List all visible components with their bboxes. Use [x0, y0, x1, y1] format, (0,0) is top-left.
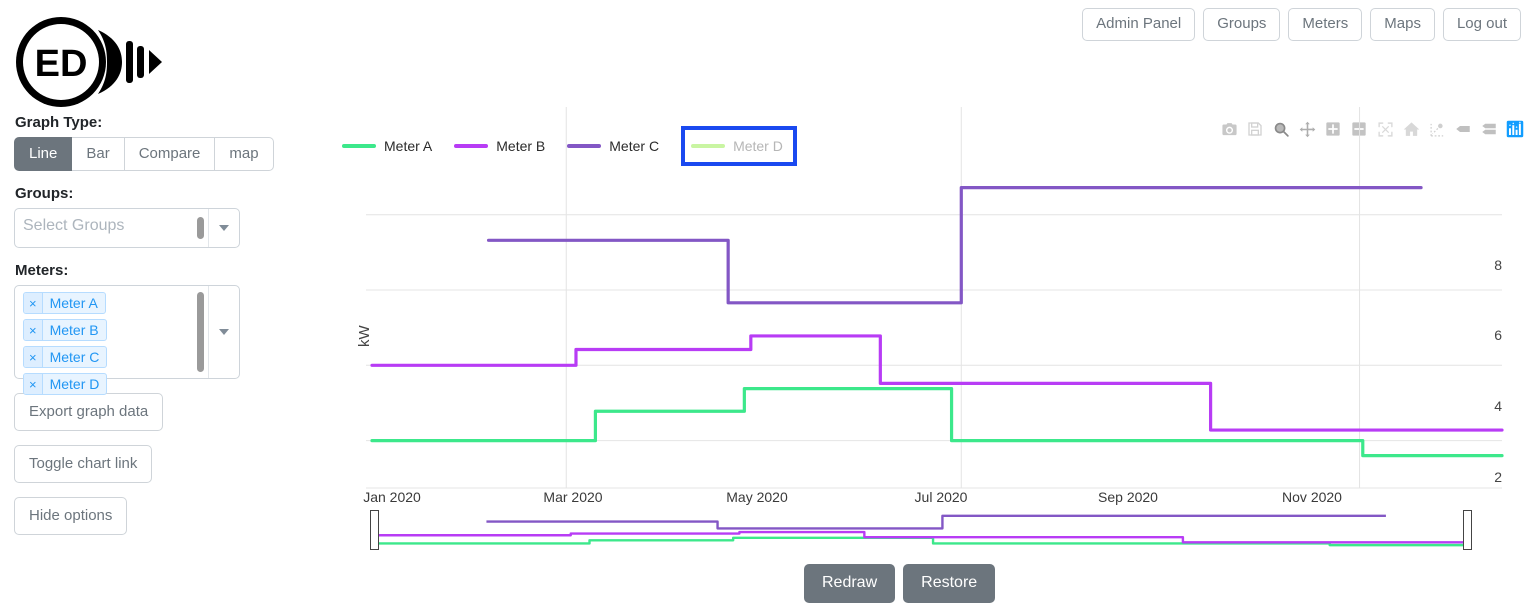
x-tick-label: Jul 2020	[914, 489, 968, 505]
groups-scrollbar[interactable]	[192, 209, 208, 247]
hover-closest-icon[interactable]	[1452, 118, 1474, 140]
legend-label: Meter D	[733, 138, 783, 154]
zoom-box-icon[interactable]	[1270, 118, 1292, 140]
plot-lines	[366, 107, 1504, 489]
plot-canvas[interactable]: kW 8 6 4 2 Jan 2020 Mar 2020 May 2020 Ju…	[342, 107, 1504, 505]
groups-scrollbar-thumb[interactable]	[196, 217, 204, 239]
x-tick-label: Sep 2020	[1098, 489, 1158, 505]
svg-text:ED: ED	[35, 43, 88, 85]
energy-dashboard-page: ED Admin Panel Groups Meters Maps Log ou…	[0, 0, 1535, 610]
range-slider[interactable]	[342, 510, 1502, 555]
toggle-chart-link-button[interactable]: Toggle chart link	[14, 445, 153, 483]
meters-select[interactable]: × Meter A × Meter B × Meter C × Meter D	[14, 285, 240, 395]
legend-item-meter-c[interactable]: Meter C	[567, 138, 659, 154]
meter-chip-a[interactable]: × Meter A	[23, 292, 106, 314]
meter-chip-label: Meter D	[49, 376, 100, 392]
line-chart: Meter A Meter B Meter C Meter D kW 8 6 4…	[280, 107, 1530, 560]
x-tick-label: Jan 2020	[363, 489, 421, 505]
legend-swatch-icon	[691, 144, 726, 148]
groups-select[interactable]: Select Groups	[14, 208, 240, 248]
nav-log-out[interactable]: Log out	[1442, 8, 1521, 41]
meter-chip-c[interactable]: × Meter C	[23, 346, 108, 368]
plotly-modebar	[1218, 118, 1526, 140]
meters-scrollbar-thumb[interactable]	[196, 292, 204, 372]
legend-label: Meter A	[384, 138, 433, 154]
groups-label: Groups:	[15, 185, 74, 202]
nav-maps[interactable]: Maps	[1370, 8, 1435, 41]
x-tick-label: May 2020	[726, 489, 788, 505]
remove-chip-icon[interactable]: ×	[24, 374, 43, 394]
remove-chip-icon[interactable]: ×	[24, 347, 43, 367]
graph-type-button-group: Line Bar Compare map	[14, 137, 274, 171]
energy-dashboard-logo: ED	[12, 8, 164, 116]
zoom-out-icon[interactable]	[1348, 118, 1370, 140]
meter-chip-label: Meter A	[49, 295, 98, 311]
range-slider-preview	[374, 514, 1464, 547]
x-tick-label: Mar 2020	[543, 489, 603, 505]
save-disk-icon[interactable]	[1244, 118, 1266, 140]
legend-swatch-icon	[567, 144, 602, 148]
reset-home-icon[interactable]	[1400, 118, 1422, 140]
nav-admin-panel[interactable]: Admin Panel	[1082, 8, 1196, 41]
legend-item-meter-b[interactable]: Meter B	[454, 138, 545, 154]
legend-item-meter-a[interactable]: Meter A	[342, 138, 432, 154]
chart-action-buttons: Redraw Restore	[804, 564, 996, 603]
legend-label: Meter C	[609, 138, 660, 154]
remove-chip-icon[interactable]: ×	[24, 293, 43, 313]
range-slider-handle-left[interactable]	[370, 510, 379, 550]
meters-dropdown-toggle[interactable]	[209, 286, 239, 378]
groups-placeholder: Select Groups	[23, 217, 125, 234]
nav-meters[interactable]: Meters	[1288, 8, 1363, 41]
meter-chip-d[interactable]: × Meter D	[23, 373, 108, 395]
legend-swatch-icon	[454, 144, 489, 148]
camera-icon[interactable]	[1218, 118, 1240, 140]
legend-item-meter-d[interactable]: Meter D	[681, 126, 797, 166]
groups-dropdown-toggle[interactable]	[209, 209, 239, 247]
graph-type-map[interactable]: map	[215, 137, 274, 171]
autoscale-icon[interactable]	[1374, 118, 1396, 140]
graph-type-bar[interactable]: Bar	[72, 137, 125, 171]
groups-select-body[interactable]: Select Groups	[15, 209, 192, 247]
spike-lines-icon[interactable]	[1426, 118, 1448, 140]
plotly-logo-icon[interactable]	[1504, 118, 1526, 140]
meters-label: Meters:	[15, 262, 69, 279]
chart-legend: Meter A Meter B Meter C Meter D	[342, 126, 807, 166]
hover-compare-icon[interactable]	[1478, 118, 1500, 140]
x-tick-label: Nov 2020	[1282, 489, 1342, 505]
zoom-in-icon[interactable]	[1322, 118, 1344, 140]
y-axis-title: kW	[356, 325, 373, 347]
meters-scrollbar[interactable]	[192, 286, 208, 378]
options-sidebar: Graph Type: Line Bar Compare map Groups:…	[14, 114, 274, 549]
export-graph-data-button[interactable]: Export graph data	[14, 393, 164, 431]
meter-chip-label: Meter C	[49, 349, 100, 365]
restore-button[interactable]: Restore	[903, 564, 996, 603]
chevron-down-icon	[219, 225, 229, 231]
chevron-down-icon	[219, 329, 229, 335]
redraw-button[interactable]: Redraw	[804, 564, 896, 603]
pan-icon[interactable]	[1296, 118, 1318, 140]
meters-select-body[interactable]: × Meter A × Meter B × Meter C × Meter D	[15, 286, 192, 395]
legend-label: Meter B	[496, 138, 546, 154]
legend-swatch-icon	[342, 144, 376, 148]
graph-type-compare[interactable]: Compare	[124, 137, 216, 171]
range-slider-handle-right[interactable]	[1463, 510, 1472, 550]
hide-options-button[interactable]: Hide options	[14, 497, 128, 535]
remove-chip-icon[interactable]: ×	[24, 320, 43, 340]
meter-chip-label: Meter B	[49, 322, 99, 338]
top-navigation: Admin Panel Groups Meters Maps Log out	[1082, 8, 1521, 41]
graph-type-line[interactable]: Line	[14, 137, 73, 171]
graph-type-label: Graph Type:	[15, 114, 103, 131]
meters-chip-list: × Meter A × Meter B × Meter C × Meter D	[23, 292, 186, 395]
meter-chip-b[interactable]: × Meter B	[23, 319, 107, 341]
nav-groups[interactable]: Groups	[1203, 8, 1281, 41]
